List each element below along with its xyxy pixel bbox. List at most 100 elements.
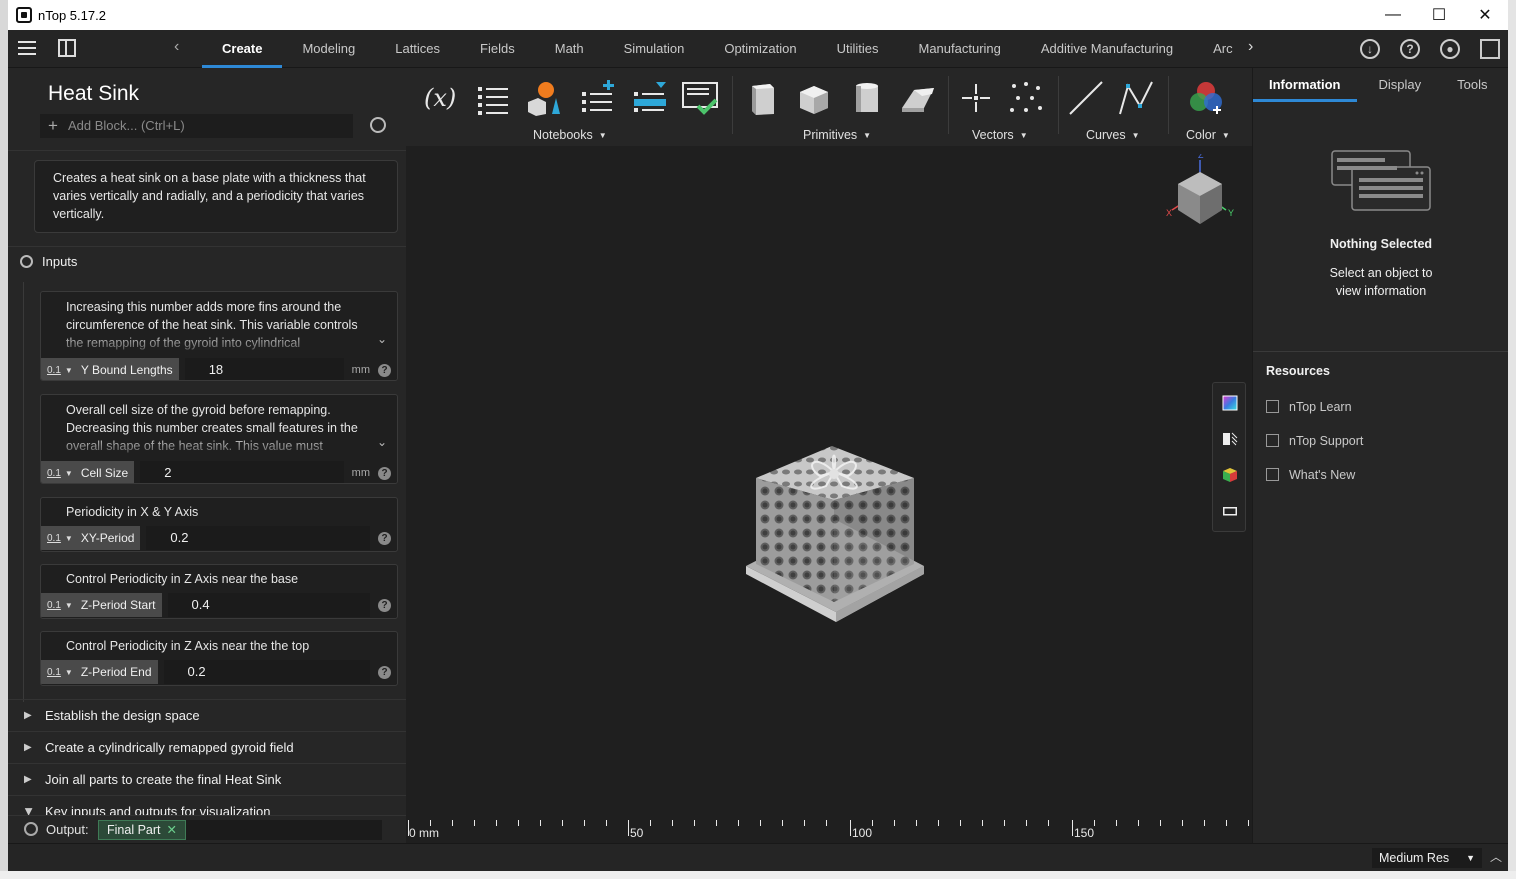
curves-dropdown[interactable]: Curves ▼ xyxy=(1086,128,1140,142)
variable-value-input[interactable]: 0.4 xyxy=(167,593,370,617)
wedge-icon[interactable] xyxy=(900,80,936,116)
ruler-label-150: 150 xyxy=(1074,826,1095,840)
notebooks-dropdown[interactable]: Notebooks ▼ xyxy=(533,128,607,142)
tab-optimization[interactable]: Optimization xyxy=(704,30,816,68)
tab-information[interactable]: Information xyxy=(1253,68,1357,102)
tab-simulation[interactable]: Simulation xyxy=(604,30,705,68)
add-icon: + xyxy=(48,116,58,135)
expand-arrow-icon: ▶ xyxy=(24,774,32,785)
scroll-tabs-right-icon[interactable]: › xyxy=(1248,38,1253,56)
panel-toggle-icon[interactable] xyxy=(1480,39,1500,59)
notebook-description: Creates a heat sink on a base plate with… xyxy=(34,160,398,233)
minimize-button[interactable]: — xyxy=(1370,0,1416,30)
tab-display[interactable]: Display xyxy=(1357,68,1444,102)
close-button[interactable]: ✕ xyxy=(1462,0,1508,30)
point-icon[interactable] xyxy=(958,80,994,116)
link-ntop-support[interactable]: nTop Support xyxy=(1266,434,1363,448)
variable-value-input[interactable]: 0.2 xyxy=(146,526,370,550)
tab-math[interactable]: Math xyxy=(535,30,604,68)
external-link-icon xyxy=(1266,400,1279,413)
navigation-cube[interactable]: Z X Y xyxy=(1164,154,1238,234)
section-establish-design-space[interactable]: ▶ Establish the design space xyxy=(8,699,406,731)
color-cube-icon[interactable] xyxy=(1222,467,1238,483)
remove-output-icon[interactable]: ✕ xyxy=(167,823,177,837)
vectors-group: Vectors ▼ xyxy=(952,68,1056,146)
add-block-input[interactable]: + Add Block... (Ctrl+L) xyxy=(40,114,353,138)
help-icon[interactable]: ? xyxy=(378,598,391,612)
list-edit-icon[interactable] xyxy=(632,80,668,116)
link-whats-new[interactable]: What's New xyxy=(1266,468,1355,482)
axis-z-label: Z xyxy=(1198,154,1204,160)
hamburger-menu-icon[interactable] xyxy=(18,41,36,55)
tab-architecture[interactable]: Archite xyxy=(1193,30,1233,68)
checked-notebook-icon[interactable] xyxy=(682,80,718,116)
chevron-down-icon[interactable]: ⌄ xyxy=(377,435,387,449)
tab-tools[interactable]: Tools xyxy=(1443,68,1501,102)
variable-icon[interactable]: (x) xyxy=(424,80,460,116)
desktop-edge-bottom xyxy=(0,871,1516,879)
box-icon[interactable] xyxy=(744,80,780,116)
variable-type-dropdown[interactable]: 0.1 ▼ Y Bound Lengths xyxy=(41,358,179,380)
3d-viewport[interactable]: Z X Y 0 mm 50 100 150 xyxy=(406,146,1252,843)
variable-type-dropdown[interactable]: 0.1 ▼ XY-Period xyxy=(41,526,141,550)
input-description: Control Periodicity in Z Axis near the b… xyxy=(66,572,299,586)
polyline-icon[interactable] xyxy=(1118,80,1154,116)
inputs-section-header[interactable]: Inputs xyxy=(20,254,77,269)
help-icon[interactable]: ? xyxy=(378,363,391,377)
section-join-parts[interactable]: ▶ Join all parts to create the final Hea… xyxy=(8,763,406,795)
list-add-icon[interactable] xyxy=(580,80,616,116)
help-icon[interactable]: ? xyxy=(378,665,391,679)
measure-icon[interactable] xyxy=(1222,503,1238,519)
section-icon[interactable] xyxy=(1222,431,1238,447)
vectors-dropdown[interactable]: Vectors ▼ xyxy=(972,128,1028,142)
tab-fields[interactable]: Fields xyxy=(460,30,535,68)
output-chip[interactable]: Final Part ✕ xyxy=(98,820,186,840)
variable-value-input[interactable]: 18 xyxy=(184,358,344,380)
point-cloud-icon[interactable] xyxy=(1008,80,1044,116)
tab-additive-manufacturing[interactable]: Additive Manufacturing xyxy=(1021,30,1193,68)
variable-type-dropdown[interactable]: 0.1 ▼ Z-Period End xyxy=(41,660,158,684)
primitives-dropdown[interactable]: Primitives ▼ xyxy=(803,128,871,142)
variable-type-dropdown[interactable]: 0.1 ▼ Z-Period Start xyxy=(41,593,162,617)
shapes-icon[interactable] xyxy=(526,80,562,116)
help-icon[interactable]: ? xyxy=(1400,39,1420,59)
input-card-y-bound-lengths: Increasing this number adds more fins ar… xyxy=(40,291,398,381)
desktop-edge-left xyxy=(0,0,8,879)
color-icon[interactable] xyxy=(1188,80,1224,116)
tab-create[interactable]: Create xyxy=(202,30,283,68)
gradient-icon[interactable] xyxy=(1222,395,1238,411)
maximize-button[interactable]: ☐ xyxy=(1416,0,1462,30)
variable-type-dropdown[interactable]: 0.1 ▼ Cell Size xyxy=(41,461,135,483)
scroll-tabs-left-icon[interactable]: ‹ xyxy=(174,38,179,56)
ntop-logo-icon xyxy=(16,7,32,23)
list-icon[interactable] xyxy=(476,80,512,116)
tab-manufacturing[interactable]: Manufacturing xyxy=(899,30,1021,68)
toggle-left-panel-icon[interactable] xyxy=(58,39,76,57)
line-icon[interactable] xyxy=(1068,80,1104,116)
variable-value-input[interactable]: 2 xyxy=(140,461,344,483)
link-ntop-learn[interactable]: nTop Learn xyxy=(1266,400,1352,414)
curves-group: Curves ▼ xyxy=(1062,68,1166,146)
help-icon[interactable]: ? xyxy=(378,531,391,545)
selection-hint: Select an object to view information xyxy=(1329,266,1433,298)
chevron-down-icon[interactable]: ⌄ xyxy=(377,332,387,346)
tab-utilities[interactable]: Utilities xyxy=(817,30,899,68)
variable-value-input[interactable]: 0.2 xyxy=(163,660,370,684)
section-gyroid-field[interactable]: ▶ Create a cylindrically remapped gyroid… xyxy=(8,731,406,763)
refresh-icon[interactable] xyxy=(370,117,386,133)
input-card-z-period-start: Control Periodicity in Z Axis near the b… xyxy=(40,564,398,619)
tab-lattices[interactable]: Lattices xyxy=(375,30,460,68)
tab-modeling[interactable]: Modeling xyxy=(282,30,375,68)
color-dropdown[interactable]: Color ▼ xyxy=(1186,128,1230,142)
title-bar: nTop 5.17.2 — ☐ ✕ xyxy=(8,0,1508,30)
cylinder-icon[interactable] xyxy=(848,80,884,116)
heat-sink-model[interactable] xyxy=(744,442,926,634)
cube-icon[interactable] xyxy=(796,80,832,116)
download-icon[interactable]: ↓ xyxy=(1360,39,1380,59)
account-icon[interactable]: ● xyxy=(1440,39,1460,59)
input-card-cell-size: Overall cell size of the gyroid before r… xyxy=(40,394,398,484)
chevron-up-icon[interactable]: ︿ xyxy=(1490,848,1502,865)
help-icon[interactable]: ? xyxy=(378,466,391,480)
output-field[interactable]: Final Part ✕ xyxy=(98,820,382,840)
resolution-dropdown[interactable]: Medium Res ▼ xyxy=(1372,848,1482,868)
